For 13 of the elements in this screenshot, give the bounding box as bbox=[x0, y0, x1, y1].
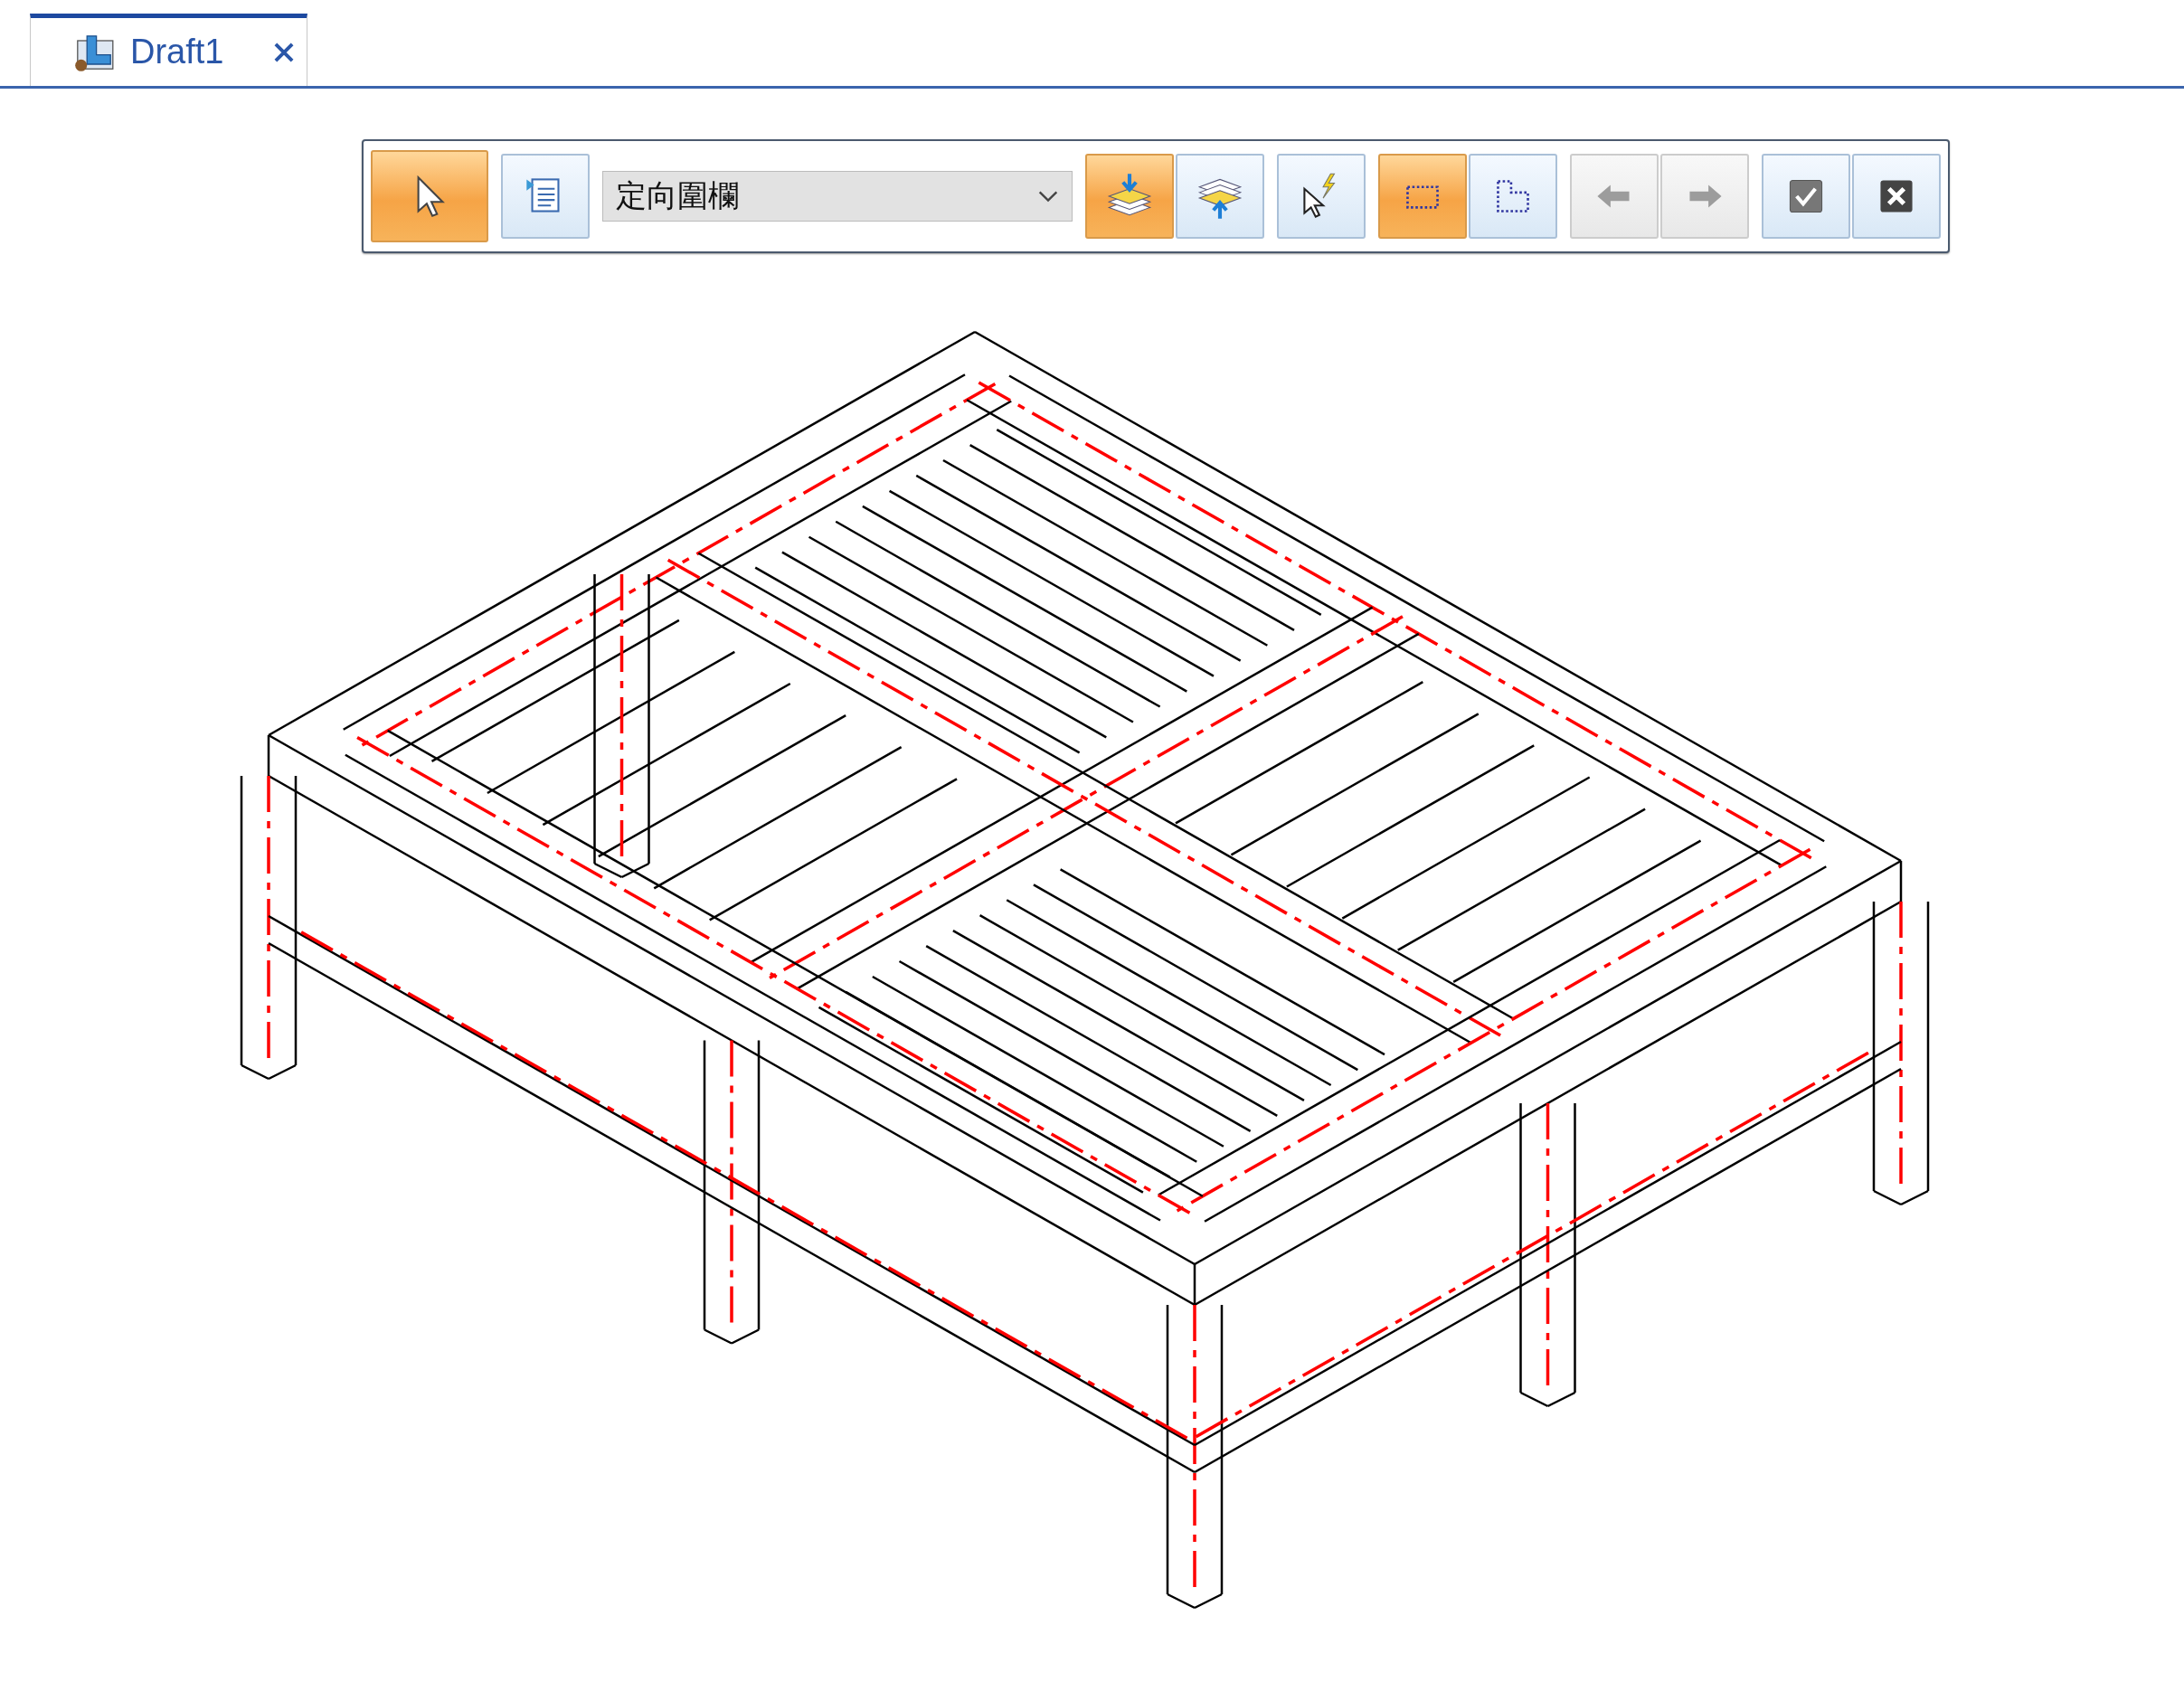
select-button[interactable] bbox=[371, 150, 488, 242]
rectangle-fence-button[interactable] bbox=[1378, 154, 1467, 239]
tab-label: Draft1 bbox=[130, 33, 224, 71]
caret-icon bbox=[1037, 190, 1059, 203]
document-tab[interactable]: Draft1 bbox=[30, 14, 308, 86]
accept-button[interactable] bbox=[1762, 154, 1850, 239]
fence-type-dropdown[interactable]: 定向圍欄 bbox=[602, 171, 1073, 222]
polygon-fence-button[interactable] bbox=[1469, 154, 1557, 239]
properties-button[interactable] bbox=[501, 154, 590, 239]
layer-down-button[interactable] bbox=[1085, 154, 1174, 239]
layer-up-button[interactable] bbox=[1176, 154, 1264, 239]
quick-pick-button[interactable] bbox=[1277, 154, 1366, 239]
cancel-button[interactable] bbox=[1852, 154, 1941, 239]
